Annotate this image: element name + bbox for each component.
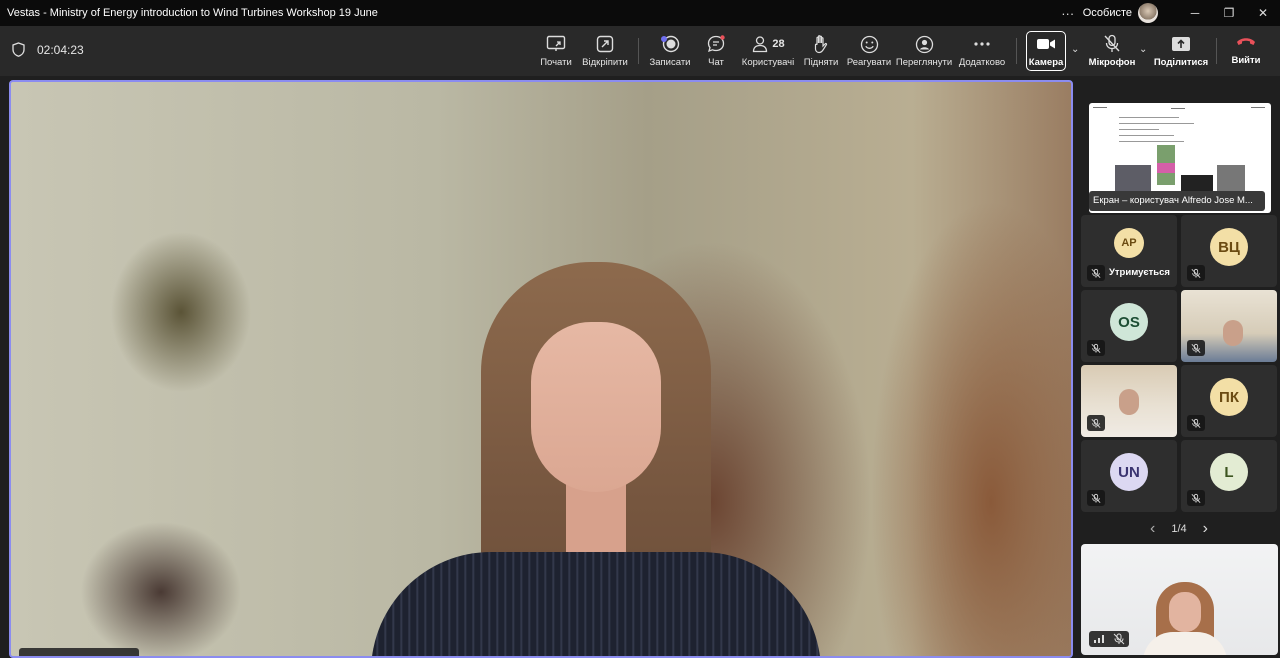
- screen-share-label: Екран – користувач Alfredo Jose M...: [1089, 191, 1265, 211]
- self-status: [1089, 631, 1129, 647]
- react-button[interactable]: Реагувати: [847, 34, 891, 72]
- popout-icon: [596, 35, 614, 53]
- more-button[interactable]: Додатково: [958, 34, 1006, 72]
- chat-icon: [707, 35, 725, 53]
- self-video-preview[interactable]: [1081, 544, 1278, 655]
- timer-text: 02:04:23: [37, 42, 84, 57]
- shield-icon: [12, 42, 25, 57]
- raise-hand-label: Підняти: [803, 57, 839, 68]
- microphone-button[interactable]: Мікрофон: [1088, 34, 1136, 72]
- more-icon: [974, 42, 990, 46]
- speaker-name-tag: [19, 648, 139, 656]
- participant-status: Утримується: [1109, 267, 1170, 278]
- share-screen-button[interactable]: Почати: [536, 34, 576, 72]
- meeting-toolbar: 02:04:23 Почати Відкріпити Записати Чат …: [0, 26, 1280, 76]
- profile-label[interactable]: Особисте: [1083, 7, 1132, 19]
- view-button[interactable]: Переглянути: [895, 34, 953, 72]
- participants-panel: Екран – користувач Alfredo Jose M... АР У…: [1078, 76, 1280, 658]
- react-label: Реагувати: [846, 57, 892, 68]
- mic-off-icon: [1104, 34, 1120, 52]
- participant-tile[interactable]: [1181, 290, 1277, 362]
- participant-tile[interactable]: L: [1181, 440, 1277, 512]
- chevron-down-icon[interactable]: ⌄: [1071, 44, 1079, 55]
- participant-tile[interactable]: UN: [1081, 440, 1177, 512]
- signal-icon: [1094, 635, 1104, 643]
- people-icon: [753, 36, 768, 53]
- close-button[interactable]: ✕: [1246, 0, 1280, 26]
- popout-button[interactable]: Відкріпити: [582, 34, 628, 72]
- participant-video: [1223, 320, 1243, 346]
- gallery-pager: ‹ 1/4 ›: [1078, 520, 1280, 538]
- camera-icon: [1037, 39, 1055, 49]
- avatar: ВЦ: [1210, 228, 1248, 266]
- avatar: АР: [1114, 228, 1144, 258]
- chat-button[interactable]: Чат: [700, 34, 732, 72]
- participant-tile[interactable]: OS: [1081, 290, 1177, 362]
- participant-video: [1119, 389, 1139, 415]
- chevron-down-icon[interactable]: ⌄: [1139, 44, 1147, 55]
- restore-button[interactable]: ❐: [1212, 0, 1246, 26]
- leave-label: Вийти: [1231, 55, 1261, 66]
- meeting-timer: 02:04:23: [12, 42, 84, 57]
- chat-label: Чат: [708, 57, 724, 68]
- share-tray-icon: [1172, 37, 1190, 51]
- share-screen-icon: [546, 35, 566, 51]
- toolbar-divider: [638, 38, 639, 64]
- mic-off-icon: [1087, 415, 1105, 431]
- avatar: UN: [1110, 453, 1148, 491]
- mic-off-icon: [1187, 490, 1205, 506]
- avatar: ПК: [1210, 378, 1248, 416]
- more-options-icon[interactable]: ···: [1053, 6, 1083, 21]
- leave-button[interactable]: Вийти: [1222, 34, 1270, 66]
- view-label: Переглянути: [895, 57, 953, 68]
- mic-off-icon: [1087, 340, 1105, 356]
- chevron-right-icon[interactable]: ›: [1203, 520, 1208, 538]
- record-button[interactable]: Записати: [648, 34, 692, 72]
- toolbar-divider: [1016, 38, 1017, 64]
- camera-label: Камера: [1028, 57, 1064, 68]
- mic-off-icon: [1087, 265, 1105, 281]
- mic-off-icon: [1087, 490, 1105, 506]
- share-label: Поділитися: [1153, 57, 1209, 68]
- hang-up-icon: [1237, 38, 1255, 45]
- participant-tile[interactable]: ПК: [1181, 365, 1277, 437]
- mic-off-icon: [1187, 340, 1205, 356]
- record-label: Записати: [649, 57, 691, 68]
- participant-tile[interactable]: [1081, 365, 1177, 437]
- screen-share-thumbnail[interactable]: Екран – користувач Alfredo Jose M...: [1089, 103, 1271, 213]
- participant-tile[interactable]: ВЦ: [1181, 215, 1277, 287]
- main-video-stage[interactable]: [9, 80, 1073, 658]
- microphone-label: Мікрофон: [1088, 57, 1136, 68]
- people-button[interactable]: 28 Користувачі: [742, 34, 794, 72]
- avatar: OS: [1110, 303, 1148, 341]
- mic-off-icon: [1187, 265, 1205, 281]
- react-icon: [860, 35, 878, 53]
- participant-count: 28: [772, 38, 785, 50]
- people-label: Користувачі: [741, 57, 795, 68]
- more-label: Додатково: [958, 57, 1006, 68]
- page-indicator: 1/4: [1171, 523, 1187, 535]
- mic-off-icon: [1113, 633, 1125, 645]
- popout-label: Відкріпити: [582, 57, 628, 68]
- share-button[interactable]: Поділитися: [1153, 34, 1209, 72]
- speaker-video: [371, 262, 821, 656]
- camera-control[interactable]: Камера: [1026, 34, 1066, 72]
- mic-off-icon: [1187, 415, 1205, 431]
- view-icon: [915, 35, 933, 53]
- avatar[interactable]: [1138, 3, 1158, 23]
- meeting-title: Vestas - Ministry of Energy introduction…: [7, 7, 378, 19]
- chevron-left-icon[interactable]: ‹: [1150, 520, 1155, 538]
- participant-tile[interactable]: АР Утримується: [1081, 215, 1177, 287]
- record-icon: [661, 35, 680, 53]
- share-screen-label: Почати: [540, 57, 572, 68]
- raise-hand-button[interactable]: Підняти: [803, 34, 839, 72]
- avatar: L: [1210, 453, 1248, 491]
- minimize-button[interactable]: ─: [1178, 0, 1212, 26]
- window-titlebar: Vestas - Ministry of Energy introduction…: [0, 0, 1280, 26]
- toolbar-divider: [1216, 38, 1217, 64]
- raise-hand-icon: [814, 35, 828, 54]
